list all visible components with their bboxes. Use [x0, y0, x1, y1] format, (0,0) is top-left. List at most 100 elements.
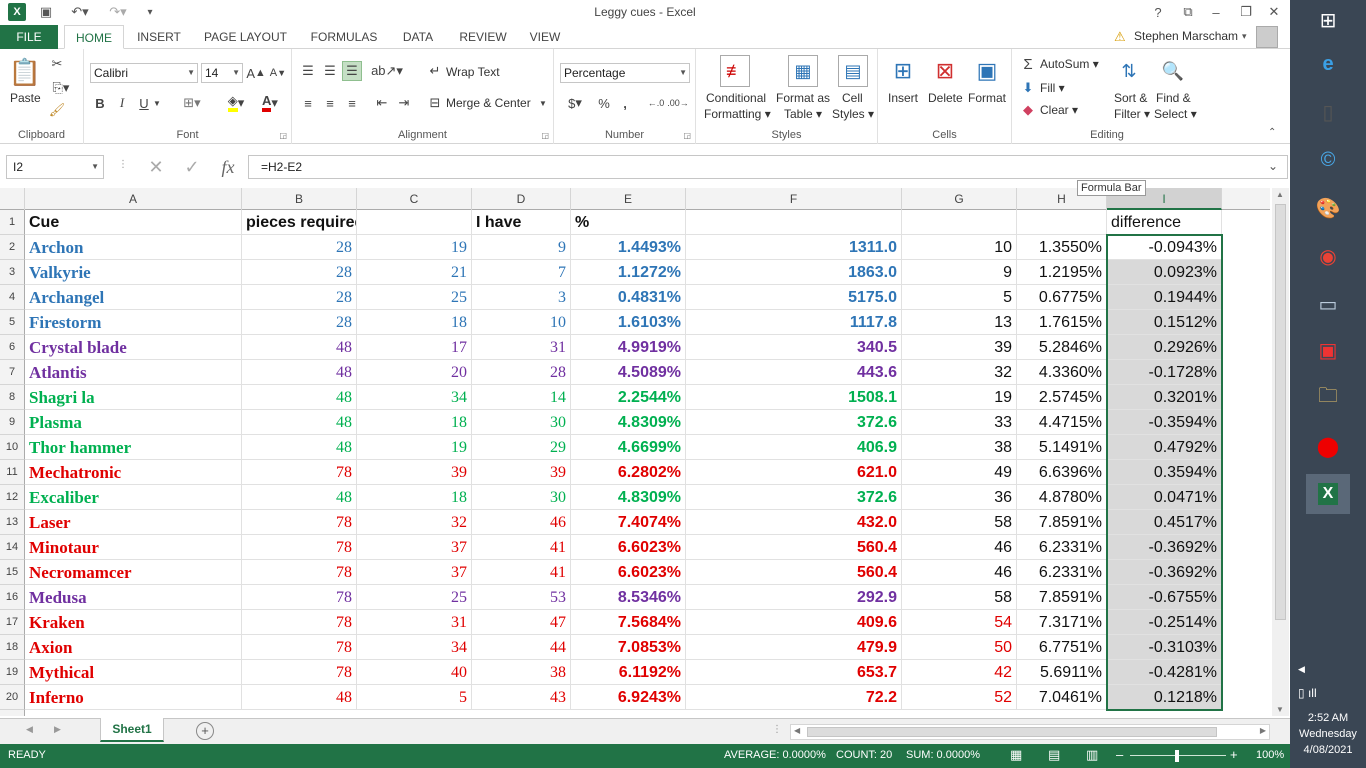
- fill-color-icon[interactable]: ◈ ▾: [222, 93, 250, 113]
- borders-icon[interactable]: ⊞▾: [178, 93, 206, 113]
- row-header[interactable]: 12: [0, 485, 25, 510]
- percent-cell[interactable]: 4.6699%: [571, 435, 686, 460]
- sort-filter-button[interactable]: Sort &: [1114, 91, 1147, 105]
- worksheet-grid[interactable]: ABCDEFGHI 1 Cue pieces required I have% diff…: [0, 188, 1270, 716]
- percent-cell-h[interactable]: 5.6911%: [1017, 660, 1107, 685]
- column-header-e[interactable]: E: [571, 188, 686, 210]
- cut-icon[interactable]: ✂: [48, 55, 66, 73]
- excel-taskbar-icon[interactable]: X: [1306, 474, 1350, 514]
- file-explorer-icon[interactable]: 🗀: [1306, 378, 1350, 418]
- delete-button[interactable]: Delete: [928, 91, 963, 105]
- tab-split-icon[interactable]: ⋮: [772, 724, 782, 735]
- value-cell-g[interactable]: 5: [902, 285, 1017, 310]
- difference-cell[interactable]: -0.3692%: [1107, 560, 1222, 585]
- cue-name-cell[interactable]: Atlantis: [25, 360, 242, 385]
- zoom-out-icon[interactable]: –: [1116, 747, 1123, 762]
- tab-file[interactable]: FILE: [0, 25, 58, 49]
- percent-cell-h[interactable]: 5.2846%: [1017, 335, 1107, 360]
- autosum-icon[interactable]: Σ: [1020, 55, 1036, 73]
- pieces-required-cell[interactable]: 48: [242, 360, 357, 385]
- row-header[interactable]: 18: [0, 635, 25, 660]
- pieces-required-cell[interactable]: 78: [242, 635, 357, 660]
- collapse-ribbon-icon[interactable]: ⌃: [1268, 127, 1276, 138]
- difference-cell[interactable]: -0.1728%: [1107, 360, 1222, 385]
- add-sheet-button[interactable]: +: [196, 722, 214, 740]
- cue-name-cell[interactable]: Plasma: [25, 410, 242, 435]
- format-as-table-label2[interactable]: Table ▾: [784, 107, 822, 121]
- pieces-cell-c[interactable]: 20: [357, 360, 472, 385]
- row-header[interactable]: 3: [0, 260, 25, 285]
- pieces-cell-c[interactable]: 18: [357, 410, 472, 435]
- vertical-scroll-thumb[interactable]: [1275, 204, 1286, 620]
- number-format-combo[interactable]: Percentage ▼: [560, 63, 690, 83]
- difference-cell[interactable]: -0.3103%: [1107, 635, 1222, 660]
- percent-cell-h[interactable]: 7.0461%: [1017, 685, 1107, 710]
- value-cell-g[interactable]: 39: [902, 335, 1017, 360]
- delete-cells-icon[interactable]: ⊠: [930, 55, 960, 87]
- pieces-required-cell[interactable]: 48: [242, 385, 357, 410]
- sheet-tab-sheet1[interactable]: Sheet1: [100, 718, 164, 742]
- cue-name-cell[interactable]: Axion: [25, 635, 242, 660]
- value-cell-g[interactable]: 54: [902, 610, 1017, 635]
- column-header-a[interactable]: A: [25, 188, 242, 210]
- row-header[interactable]: 4: [0, 285, 25, 310]
- pieces-cell-c[interactable]: 25: [357, 285, 472, 310]
- format-button[interactable]: Format: [968, 91, 1006, 105]
- row-header[interactable]: 21: [0, 710, 25, 716]
- percent-cell-h[interactable]: 2.5745%: [1017, 385, 1107, 410]
- font-launcher-icon[interactable]: ◲: [279, 131, 287, 140]
- percent-cell[interactable]: 4.9919%: [571, 335, 686, 360]
- difference-cell[interactable]: 0.1944%: [1107, 285, 1222, 310]
- pieces-required-cell[interactable]: 28: [242, 260, 357, 285]
- increase-decimal-icon[interactable]: ←.0: [646, 93, 666, 113]
- expand-tray-icon[interactable]: ◀: [1298, 664, 1305, 675]
- header-cue[interactable]: Cue: [25, 210, 242, 235]
- tab-page-layout[interactable]: PAGE LAYOUT: [198, 25, 293, 49]
- value-cell-g[interactable]: 10: [902, 235, 1017, 260]
- format-as-table-button[interactable]: Format as: [776, 91, 830, 105]
- clear-icon[interactable]: ◆: [1020, 101, 1036, 119]
- row-header[interactable]: 14: [0, 535, 25, 560]
- cue-name-cell[interactable]: Excaliber: [25, 485, 242, 510]
- percent-cell[interactable]: 4.8309%: [571, 410, 686, 435]
- pieces-cell-c[interactable]: 5: [357, 685, 472, 710]
- cue-name-cell[interactable]: Archon: [25, 235, 242, 260]
- value-cell-g[interactable]: 13: [902, 310, 1017, 335]
- cue-name-cell[interactable]: Inferno: [25, 685, 242, 710]
- value-cell-f[interactable]: 1508.1: [686, 385, 902, 410]
- recorder-app-icon[interactable]: ▣: [1306, 330, 1350, 370]
- align-left-icon[interactable]: ≡: [298, 93, 318, 113]
- pieces-cell-c[interactable]: 18: [357, 485, 472, 510]
- pieces-required-cell[interactable]: 78: [242, 660, 357, 685]
- avatar[interactable]: [1256, 26, 1278, 48]
- conditional-formatting-button[interactable]: Conditional: [706, 91, 766, 105]
- header-pieces-required[interactable]: pieces required: [242, 210, 357, 235]
- value-cell-g[interactable]: 19: [902, 385, 1017, 410]
- value-cell-g[interactable]: 33: [902, 410, 1017, 435]
- conditional-formatting-label2[interactable]: Formatting ▾: [704, 107, 771, 121]
- percent-cell-h[interactable]: 4.3360%: [1017, 360, 1107, 385]
- cue-name-cell[interactable]: Medusa: [25, 585, 242, 610]
- value-cell-f[interactable]: 653.7: [686, 660, 902, 685]
- cue-name-cell[interactable]: Firestorm: [25, 310, 242, 335]
- cell-g1[interactable]: [902, 210, 1017, 235]
- pieces-cell-c[interactable]: 34: [357, 635, 472, 660]
- row-header[interactable]: 5: [0, 310, 25, 335]
- cell-styles-icon[interactable]: ▤: [838, 55, 868, 87]
- i-have-cell[interactable]: 9: [472, 235, 571, 260]
- increase-font-icon[interactable]: A ▲: [246, 63, 265, 83]
- row-header[interactable]: 9: [0, 410, 25, 435]
- difference-cell[interactable]: 0.2926%: [1107, 335, 1222, 360]
- status-sum[interactable]: SUM: 0.0000%: [906, 749, 980, 761]
- value-cell-f[interactable]: 340.5: [686, 335, 902, 360]
- value-cell-g[interactable]: 58: [902, 585, 1017, 610]
- zoom-slider-thumb[interactable]: [1175, 750, 1179, 762]
- row-header[interactable]: 10: [0, 435, 25, 460]
- difference-cell[interactable]: 0.3201%: [1107, 385, 1222, 410]
- i-have-cell[interactable]: 47: [472, 610, 571, 635]
- i-have-cell[interactable]: 7: [472, 260, 571, 285]
- row-header[interactable]: 19: [0, 660, 25, 685]
- percent-cell-h[interactable]: 4.4715%: [1017, 410, 1107, 435]
- difference-cell[interactable]: 0.1218%: [1107, 685, 1222, 710]
- pieces-cell-c[interactable]: 19: [357, 435, 472, 460]
